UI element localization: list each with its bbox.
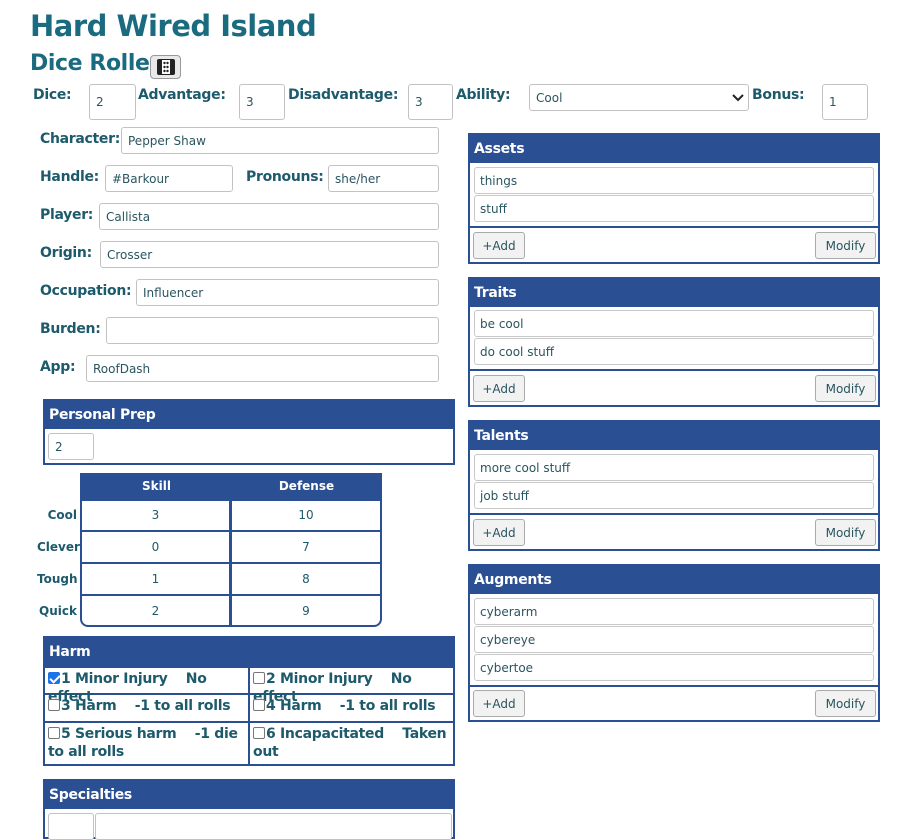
burden-label: Burden: [40,321,101,337]
augments-title: Augments [470,566,878,594]
harm-entry-3[interactable]: 3 Harm -1 to all rolls [45,695,250,723]
assets-title: Assets [470,135,878,163]
talents-modify-button[interactable]: Modify [815,519,876,546]
row-label-clever: Clever [37,540,80,554]
specialties-panel: Specialties [43,779,455,840]
tough-defense-cell: 8 [302,572,310,586]
augments-panel: Augments cyberarm cybereye cybertoe +Add… [468,564,880,722]
checkbox-icon[interactable] [253,727,265,739]
disadvantage-label: Disadvantage: [288,87,399,103]
cool-defense-cell: 10 [298,508,314,522]
traits-add-button[interactable]: +Add [473,375,525,402]
list-item[interactable]: cybertoe [474,654,874,681]
specialty-input[interactable] [48,813,94,840]
harm-title: Harm [45,638,453,666]
talents-title: Talents [470,422,878,450]
row-label-quick: Quick [39,604,77,618]
personal-prep-panel: Personal Prep 2 [43,399,455,465]
row-label-cool: Cool [47,508,77,522]
handle-label: Handle: [40,169,99,185]
specialties-title: Specialties [45,781,453,809]
checkbox-icon[interactable] [48,727,60,739]
personal-prep-input[interactable]: 2 [48,433,94,460]
specialty-text-input[interactable] [95,813,452,840]
character-input[interactable]: Pepper Shaw [121,127,439,154]
character-label: Character: [40,131,121,147]
personal-prep-title: Personal Prep [45,401,453,429]
talents-add-button[interactable]: +Add [473,519,525,546]
list-item[interactable]: job stuff [474,482,874,509]
checkbox-icon[interactable] [253,699,265,711]
list-item[interactable]: cybereye [474,626,874,653]
quick-skill-cell: 2 [151,604,160,618]
dice-icon [156,59,175,75]
augments-modify-button[interactable]: Modify [815,690,876,717]
pronouns-label: Pronouns: [246,169,324,185]
defense-header: Defense [278,479,335,493]
dice-input[interactable]: 2 [89,84,136,120]
assets-modify-button[interactable]: Modify [815,232,876,259]
tough-skill-cell: 1 [151,572,160,586]
list-item[interactable]: cyberarm [474,598,874,625]
occupation-input[interactable]: Influencer [136,279,439,306]
assets-add-button[interactable]: +Add [473,232,525,259]
pronouns-input[interactable]: she/her [328,165,439,192]
assets-panel: Assets things stuff +Add Modify [468,133,880,264]
augments-add-button[interactable]: +Add [473,690,525,717]
skill-header: Skill [142,479,171,493]
ability-select-value: Cool [536,90,563,105]
quick-defense-cell: 9 [302,604,310,618]
occupation-label: Occupation: [40,283,132,299]
bonus-input[interactable]: 1 [822,84,868,120]
burden-input[interactable] [106,317,439,344]
harm-entry-2[interactable]: 2 Minor Injury No effect [250,668,453,705]
ability-label: Ability: [456,87,511,103]
skills-table: Skill Defense 3 10 0 7 1 8 2 9 [80,473,382,627]
ability-select[interactable]: Cool [529,84,749,111]
app-label: App: [40,359,76,375]
dice-label: Dice: [33,87,72,103]
chevron-down-icon [732,93,744,101]
bonus-label: Bonus: [752,87,805,103]
app-input[interactable]: RoofDash [86,355,439,382]
list-item[interactable]: things [474,167,874,194]
harm-entry-6[interactable]: 6 Incapacitated Taken out [250,723,453,764]
clever-skill-cell: 0 [151,540,160,554]
list-item[interactable]: more cool stuff [474,454,874,481]
checkbox-icon[interactable] [48,699,60,711]
player-input[interactable]: Callista [99,203,439,230]
dice-roller-heading: Dice Roller [30,51,160,76]
player-label: Player: [40,207,94,223]
traits-title: Traits [470,279,878,307]
list-item[interactable]: do cool stuff [474,338,874,365]
origin-label: Origin: [40,245,92,261]
origin-input[interactable]: Crosser [100,241,439,268]
checkbox-icon[interactable] [48,672,60,684]
harm-panel: Harm 1 Minor Injury No effect 2 Minor In… [43,636,455,766]
clever-defense-cell: 7 [302,540,310,554]
list-item[interactable]: be cool [474,310,874,337]
list-item[interactable]: stuff [474,195,874,222]
advantage-label: Advantage: [138,87,226,103]
advantage-input[interactable]: 3 [239,84,285,120]
cool-skill-cell: 3 [151,508,160,522]
row-label-tough: Tough [37,572,78,586]
app-title: Hard Wired Island [30,9,317,43]
harm-entry-4[interactable]: 4 Harm -1 to all rolls [250,695,453,723]
talents-panel: Talents more cool stuff job stuff +Add M… [468,420,880,551]
roll-dice-button[interactable] [150,55,181,79]
traits-panel: Traits be cool do cool stuff +Add Modify [468,277,880,407]
traits-modify-button[interactable]: Modify [815,375,876,402]
harm-entry-1[interactable]: 1 Minor Injury No effect [45,668,250,705]
harm-entry-5[interactable]: 5 Serious harm -1 die to all rolls [45,723,250,764]
disadvantage-input[interactable]: 3 [408,84,453,120]
checkbox-icon[interactable] [253,672,265,684]
handle-input[interactable]: #Barkour [105,165,233,192]
